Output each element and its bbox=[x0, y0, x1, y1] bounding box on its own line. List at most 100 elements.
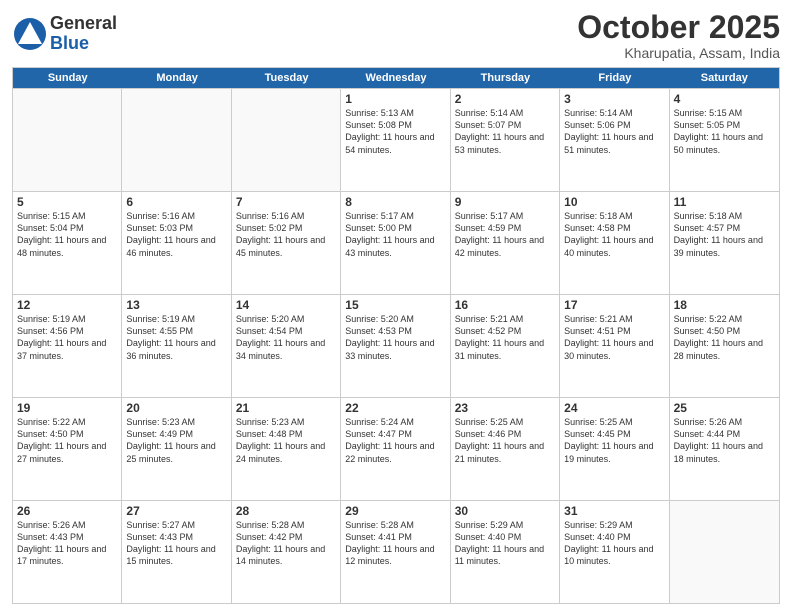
month-title: October 2025 bbox=[577, 10, 780, 45]
day-number: 7 bbox=[236, 195, 336, 209]
cell-info: Sunrise: 5:28 AMSunset: 4:41 PMDaylight:… bbox=[345, 519, 445, 568]
header-day-friday: Friday bbox=[560, 68, 669, 88]
day-number: 10 bbox=[564, 195, 664, 209]
cell-info: Sunrise: 5:22 AMSunset: 4:50 PMDaylight:… bbox=[674, 313, 775, 362]
calendar-cell: 18Sunrise: 5:22 AMSunset: 4:50 PMDayligh… bbox=[670, 295, 779, 397]
calendar-cell: 12Sunrise: 5:19 AMSunset: 4:56 PMDayligh… bbox=[13, 295, 122, 397]
calendar-cell: 21Sunrise: 5:23 AMSunset: 4:48 PMDayligh… bbox=[232, 398, 341, 500]
cell-info: Sunrise: 5:19 AMSunset: 4:55 PMDaylight:… bbox=[126, 313, 226, 362]
calendar-cell: 3Sunrise: 5:14 AMSunset: 5:06 PMDaylight… bbox=[560, 89, 669, 191]
cell-info: Sunrise: 5:18 AMSunset: 4:58 PMDaylight:… bbox=[564, 210, 664, 259]
title-block: October 2025 Kharupatia, Assam, India bbox=[577, 10, 780, 61]
cell-info: Sunrise: 5:24 AMSunset: 4:47 PMDaylight:… bbox=[345, 416, 445, 465]
cell-info: Sunrise: 5:21 AMSunset: 4:52 PMDaylight:… bbox=[455, 313, 555, 362]
logo-text: General Blue bbox=[50, 14, 117, 54]
calendar-header: SundayMondayTuesdayWednesdayThursdayFrid… bbox=[13, 68, 779, 88]
cell-info: Sunrise: 5:25 AMSunset: 4:46 PMDaylight:… bbox=[455, 416, 555, 465]
day-number: 9 bbox=[455, 195, 555, 209]
calendar-cell: 13Sunrise: 5:19 AMSunset: 4:55 PMDayligh… bbox=[122, 295, 231, 397]
day-number: 28 bbox=[236, 504, 336, 518]
cell-info: Sunrise: 5:13 AMSunset: 5:08 PMDaylight:… bbox=[345, 107, 445, 156]
day-number: 5 bbox=[17, 195, 117, 209]
cell-info: Sunrise: 5:20 AMSunset: 4:53 PMDaylight:… bbox=[345, 313, 445, 362]
calendar-cell: 5Sunrise: 5:15 AMSunset: 5:04 PMDaylight… bbox=[13, 192, 122, 294]
day-number: 12 bbox=[17, 298, 117, 312]
day-number: 20 bbox=[126, 401, 226, 415]
cell-info: Sunrise: 5:20 AMSunset: 4:54 PMDaylight:… bbox=[236, 313, 336, 362]
calendar-cell: 26Sunrise: 5:26 AMSunset: 4:43 PMDayligh… bbox=[13, 501, 122, 603]
cell-info: Sunrise: 5:19 AMSunset: 4:56 PMDaylight:… bbox=[17, 313, 117, 362]
cell-info: Sunrise: 5:23 AMSunset: 4:48 PMDaylight:… bbox=[236, 416, 336, 465]
day-number: 13 bbox=[126, 298, 226, 312]
cell-info: Sunrise: 5:16 AMSunset: 5:02 PMDaylight:… bbox=[236, 210, 336, 259]
header-day-wednesday: Wednesday bbox=[341, 68, 450, 88]
day-number: 29 bbox=[345, 504, 445, 518]
day-number: 18 bbox=[674, 298, 775, 312]
calendar-cell: 7Sunrise: 5:16 AMSunset: 5:02 PMDaylight… bbox=[232, 192, 341, 294]
calendar-cell: 14Sunrise: 5:20 AMSunset: 4:54 PMDayligh… bbox=[232, 295, 341, 397]
day-number: 23 bbox=[455, 401, 555, 415]
day-number: 4 bbox=[674, 92, 775, 106]
calendar-cell: 31Sunrise: 5:29 AMSunset: 4:40 PMDayligh… bbox=[560, 501, 669, 603]
cell-info: Sunrise: 5:17 AMSunset: 4:59 PMDaylight:… bbox=[455, 210, 555, 259]
cell-info: Sunrise: 5:16 AMSunset: 5:03 PMDaylight:… bbox=[126, 210, 226, 259]
calendar-cell: 11Sunrise: 5:18 AMSunset: 4:57 PMDayligh… bbox=[670, 192, 779, 294]
day-number: 2 bbox=[455, 92, 555, 106]
calendar-cell bbox=[670, 501, 779, 603]
header-day-saturday: Saturday bbox=[670, 68, 779, 88]
day-number: 11 bbox=[674, 195, 775, 209]
day-number: 8 bbox=[345, 195, 445, 209]
calendar-cell bbox=[122, 89, 231, 191]
calendar-cell: 15Sunrise: 5:20 AMSunset: 4:53 PMDayligh… bbox=[341, 295, 450, 397]
day-number: 22 bbox=[345, 401, 445, 415]
day-number: 31 bbox=[564, 504, 664, 518]
cell-info: Sunrise: 5:25 AMSunset: 4:45 PMDaylight:… bbox=[564, 416, 664, 465]
calendar-cell: 8Sunrise: 5:17 AMSunset: 5:00 PMDaylight… bbox=[341, 192, 450, 294]
calendar-body: 1Sunrise: 5:13 AMSunset: 5:08 PMDaylight… bbox=[13, 88, 779, 603]
cell-info: Sunrise: 5:26 AMSunset: 4:43 PMDaylight:… bbox=[17, 519, 117, 568]
calendar-row: 1Sunrise: 5:13 AMSunset: 5:08 PMDaylight… bbox=[13, 88, 779, 191]
cell-info: Sunrise: 5:15 AMSunset: 5:05 PMDaylight:… bbox=[674, 107, 775, 156]
day-number: 25 bbox=[674, 401, 775, 415]
cell-info: Sunrise: 5:18 AMSunset: 4:57 PMDaylight:… bbox=[674, 210, 775, 259]
day-number: 30 bbox=[455, 504, 555, 518]
calendar-row: 12Sunrise: 5:19 AMSunset: 4:56 PMDayligh… bbox=[13, 294, 779, 397]
cell-info: Sunrise: 5:15 AMSunset: 5:04 PMDaylight:… bbox=[17, 210, 117, 259]
calendar-cell: 1Sunrise: 5:13 AMSunset: 5:08 PMDaylight… bbox=[341, 89, 450, 191]
logo-general: General bbox=[50, 14, 117, 34]
cell-info: Sunrise: 5:23 AMSunset: 4:49 PMDaylight:… bbox=[126, 416, 226, 465]
cell-info: Sunrise: 5:17 AMSunset: 5:00 PMDaylight:… bbox=[345, 210, 445, 259]
logo-blue: Blue bbox=[50, 34, 117, 54]
day-number: 26 bbox=[17, 504, 117, 518]
logo-icon bbox=[12, 16, 48, 52]
cell-info: Sunrise: 5:27 AMSunset: 4:43 PMDaylight:… bbox=[126, 519, 226, 568]
calendar-cell: 19Sunrise: 5:22 AMSunset: 4:50 PMDayligh… bbox=[13, 398, 122, 500]
day-number: 17 bbox=[564, 298, 664, 312]
calendar-cell: 30Sunrise: 5:29 AMSunset: 4:40 PMDayligh… bbox=[451, 501, 560, 603]
calendar-cell: 23Sunrise: 5:25 AMSunset: 4:46 PMDayligh… bbox=[451, 398, 560, 500]
calendar-cell: 2Sunrise: 5:14 AMSunset: 5:07 PMDaylight… bbox=[451, 89, 560, 191]
day-number: 19 bbox=[17, 401, 117, 415]
day-number: 1 bbox=[345, 92, 445, 106]
day-number: 14 bbox=[236, 298, 336, 312]
day-number: 6 bbox=[126, 195, 226, 209]
location: Kharupatia, Assam, India bbox=[577, 45, 780, 61]
calendar-row: 5Sunrise: 5:15 AMSunset: 5:04 PMDaylight… bbox=[13, 191, 779, 294]
day-number: 27 bbox=[126, 504, 226, 518]
day-number: 21 bbox=[236, 401, 336, 415]
calendar-cell: 29Sunrise: 5:28 AMSunset: 4:41 PMDayligh… bbox=[341, 501, 450, 603]
calendar-cell: 24Sunrise: 5:25 AMSunset: 4:45 PMDayligh… bbox=[560, 398, 669, 500]
calendar: SundayMondayTuesdayWednesdayThursdayFrid… bbox=[12, 67, 780, 604]
day-number: 3 bbox=[564, 92, 664, 106]
cell-info: Sunrise: 5:26 AMSunset: 4:44 PMDaylight:… bbox=[674, 416, 775, 465]
cell-info: Sunrise: 5:21 AMSunset: 4:51 PMDaylight:… bbox=[564, 313, 664, 362]
calendar-cell: 6Sunrise: 5:16 AMSunset: 5:03 PMDaylight… bbox=[122, 192, 231, 294]
calendar-cell bbox=[13, 89, 122, 191]
day-number: 24 bbox=[564, 401, 664, 415]
cell-info: Sunrise: 5:28 AMSunset: 4:42 PMDaylight:… bbox=[236, 519, 336, 568]
header-day-sunday: Sunday bbox=[13, 68, 122, 88]
calendar-cell: 25Sunrise: 5:26 AMSunset: 4:44 PMDayligh… bbox=[670, 398, 779, 500]
calendar-cell: 20Sunrise: 5:23 AMSunset: 4:49 PMDayligh… bbox=[122, 398, 231, 500]
cell-info: Sunrise: 5:14 AMSunset: 5:06 PMDaylight:… bbox=[564, 107, 664, 156]
cell-info: Sunrise: 5:22 AMSunset: 4:50 PMDaylight:… bbox=[17, 416, 117, 465]
